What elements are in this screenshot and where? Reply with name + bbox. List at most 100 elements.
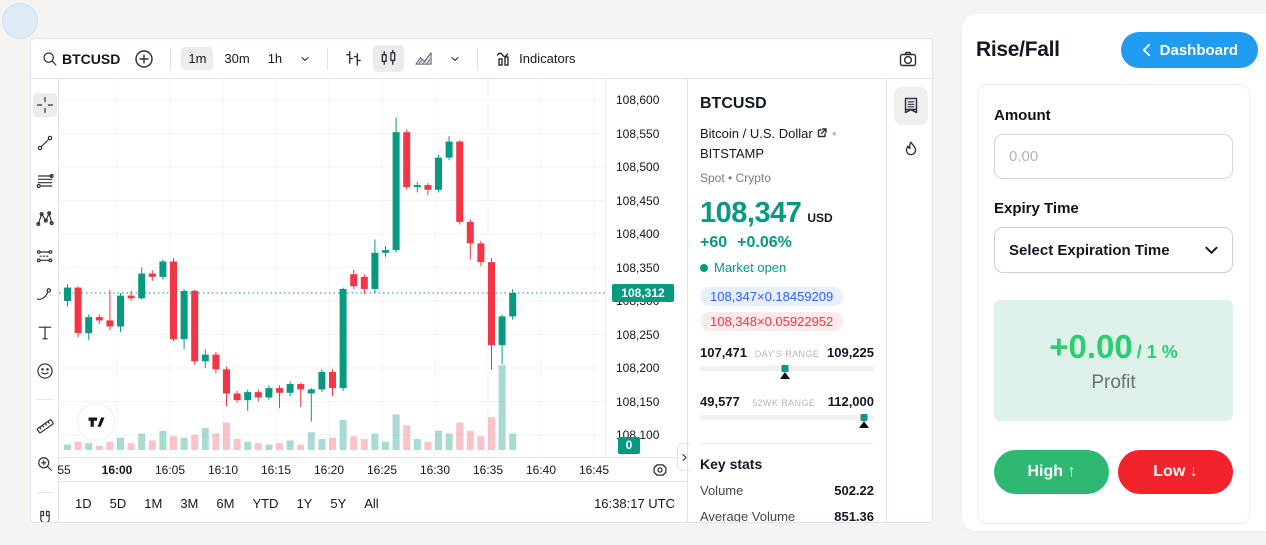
price-tick: 108,350 [616,261,659,275]
time-tick: 16:40 [526,463,556,477]
price-change-row: +60 +0.06% [700,234,874,252]
interval-1h-button[interactable]: 1h [261,47,289,70]
measure-ruler-tool[interactable] [33,414,57,438]
expiry-select[interactable]: Select Expiration Time [994,227,1233,273]
52wk-range-high: 112,000 [828,394,874,409]
time-tick: 55 [57,463,70,477]
days-range-pointer [780,372,790,379]
trade-panel-header: Rise/Fall Dashboard [962,14,1266,68]
trend-line-tool[interactable] [33,131,57,155]
toolbar-separator [477,48,478,70]
amount-input[interactable] [994,134,1233,179]
trade-panel: Rise/Fall Dashboard Amount Expiry Time S… [962,14,1266,531]
candlestick-chart [59,79,605,457]
52wk-range-track [700,415,874,420]
details-symbol: BTCUSD [700,95,874,113]
indicators-label: Indicators [519,51,575,66]
trade-form: Amount Expiry Time Select Expiration Tim… [977,84,1250,524]
name-dot: • [832,126,837,141]
external-link-icon[interactable] [816,127,828,139]
xabcd-pattern-tool[interactable] [33,207,57,231]
details-icon-rail [886,79,933,522]
zoom-in-tool[interactable] [33,452,57,476]
interval-30m-button[interactable]: 30m [217,47,256,70]
area-chart-style-button[interactable] [408,45,439,72]
range-5d-button[interactable]: 5D [110,496,127,511]
currency-label: USD [807,211,832,225]
time-tick: 16:20 [314,463,344,477]
time-axis[interactable]: 5516:0016:0516:1016:1516:2016:2516:3016:… [59,457,687,481]
price-tick: 108,250 [616,328,659,342]
interval-menu-chevron[interactable] [293,49,317,69]
current-price-badge: 108,312 [612,284,674,302]
tradingview-logo[interactable] [77,403,115,441]
magnet-tool[interactable] [33,507,57,523]
projection-tool[interactable] [33,245,57,269]
days-range-label: DAY'S RANGE [755,349,819,359]
ohlc-bars-style-button[interactable] [338,45,369,72]
gear-settings-icon[interactable] [651,461,669,479]
candles-style-button[interactable] [373,45,404,72]
52wk-range-low: 49,577 [700,394,740,409]
fib-retracement-tool[interactable] [33,169,57,193]
days-range-marker [782,365,789,372]
price-tick: 108,550 [616,127,659,141]
decorative-circle [2,3,38,39]
chevron-left-icon [1141,43,1152,57]
brush-tool[interactable] [33,283,57,307]
details-name-line: Bitcoin / U.S. Dollar • BITSTAMP [700,124,874,164]
chart-widget: BTCUSD 1m 30m 1h Indicators [30,38,933,523]
key-stats-row-volume: Volume 502.22 [700,483,874,498]
chart-plot-area[interactable] [59,79,605,457]
symbol-search-button[interactable]: BTCUSD [62,51,120,67]
range-6m-button[interactable]: 6M [216,496,234,511]
last-price-row: 108,347 USD [700,197,874,230]
days-range-low: 107,471 [700,345,747,360]
price-tick: 108,500 [616,160,659,174]
price-axis[interactable]: 108,600108,550108,500108,450108,400108,3… [605,79,687,457]
style-menu-chevron[interactable] [443,49,467,69]
camera-snapshot-button[interactable] [892,45,924,73]
range-3m-button[interactable]: 3M [180,496,198,511]
change-percent: +0.06% [737,234,792,252]
interval-1m-button[interactable]: 1m [181,47,213,70]
compare-add-button[interactable] [128,45,160,73]
profit-word: Profit [1091,372,1135,394]
52wk-range-label: 52WK RANGE [752,398,815,408]
days-range-high: 109,225 [827,345,874,360]
low-button[interactable]: Low ↓ [1118,450,1233,494]
rail-divider [37,399,53,400]
symbol-full-name[interactable]: Bitcoin / U.S. Dollar [700,126,813,141]
bid-quote-pill: 108,347×0.18459209 [700,287,843,306]
market-status: Market open [700,260,874,275]
emoji-tool[interactable] [33,359,57,383]
market-type-line: Spot • Crypto [700,171,874,185]
time-tick: 16:25 [367,463,397,477]
range-1m-button[interactable]: 1M [144,496,162,511]
range-1y-button[interactable]: 1Y [296,496,312,511]
range-1d-button[interactable]: 1D [75,496,92,511]
high-button[interactable]: High ↑ [994,450,1109,494]
utc-clock[interactable]: 16:38:17 UTC [594,496,675,511]
key-stats-row-avg-volume: Average Volume 851.36 [700,509,874,522]
indicators-button[interactable]: Indicators [488,45,581,73]
text-tool[interactable] [33,321,57,345]
time-tick: 16:15 [261,463,291,477]
range-ytd-button[interactable]: YTD [252,496,278,511]
time-tick: 16:10 [208,463,238,477]
hot-trending-tab[interactable] [894,131,928,169]
symbol-overview-tab[interactable] [894,87,928,125]
search-icon[interactable] [41,50,58,67]
range-5y-button[interactable]: 5Y [330,496,346,511]
dashboard-button[interactable]: Dashboard [1121,32,1258,68]
time-tick: 16:45 [579,463,609,477]
market-open-dot [700,264,708,272]
change-absolute: +60 [700,234,727,252]
expiry-label: Expiry Time [994,200,1233,217]
trade-buttons-row: High ↑ Low ↓ [994,450,1233,494]
range-all-button[interactable]: All [364,496,378,511]
range-toolbar: 1D 5D 1M 3M 6M YTD 1Y 5Y All 16:38:17 UT… [59,481,687,523]
exchange-name: BITSTAMP [700,146,764,161]
volume-zero-badge: 0 [618,437,640,454]
crosshair-tool[interactable] [33,93,57,117]
